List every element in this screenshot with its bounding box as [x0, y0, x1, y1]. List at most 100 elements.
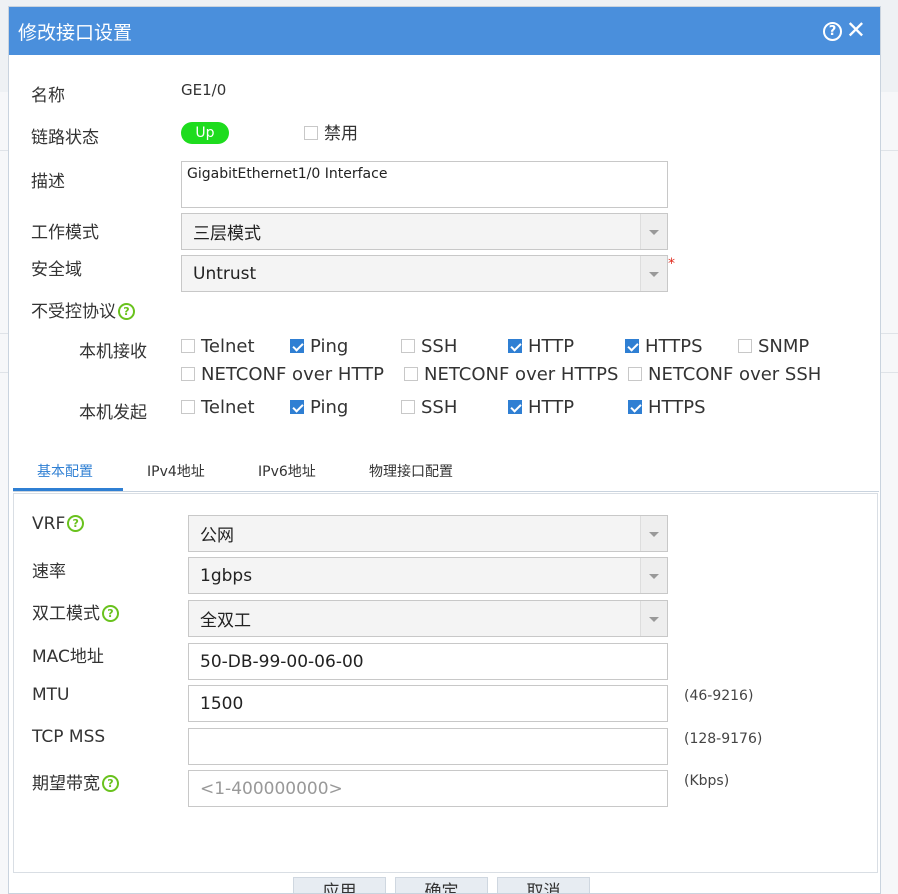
security-zone-select[interactable]: Untrust	[181, 255, 668, 292]
checkbox-label: NETCONF over HTTPS	[424, 364, 619, 385]
edit-interface-dialog: 修改接口设置 ? ✕ 名称 GE1/0 链路状态 Up 禁用 描述 Gigabi…	[8, 6, 881, 894]
duplex-select[interactable]: 全双工	[188, 600, 668, 637]
chevron-down-icon[interactable]	[640, 516, 667, 551]
tab-ipv4-address[interactable]: IPv4地址	[147, 461, 205, 481]
checkbox-box[interactable]	[628, 367, 642, 381]
checkbox-label: HTTP	[528, 336, 575, 357]
mtu-range-hint: (46-9216)	[684, 688, 754, 704]
checkbox-box[interactable]	[508, 339, 522, 353]
checkbox-box[interactable]	[181, 400, 195, 414]
tab-basic-config[interactable]: 基本配置	[37, 461, 93, 481]
checkbox-box[interactable]	[304, 126, 318, 140]
checkbox-label: Ping	[310, 336, 349, 357]
local-receive-label: 本机接收	[79, 342, 147, 362]
help-icon[interactable]: ?	[67, 515, 85, 532]
ok-button[interactable]: 确定	[395, 877, 488, 893]
receive-ping-checkbox[interactable]: Ping	[290, 336, 348, 357]
receive-netconf-ssh-checkbox[interactable]: NETCONF over SSH	[628, 364, 821, 385]
active-tab-indicator	[13, 488, 123, 491]
status-badge: Up	[181, 122, 229, 144]
duplex-value: 全双工	[200, 611, 251, 631]
bandwidth-unit-hint: (Kbps)	[684, 773, 730, 789]
dialog-title: 修改接口设置	[18, 22, 133, 44]
send-ssh-checkbox[interactable]: SSH	[401, 397, 457, 418]
checkbox-label: HTTPS	[648, 397, 706, 418]
question-circle-icon[interactable]: ?	[823, 22, 842, 41]
cancel-button[interactable]: 取消	[497, 877, 590, 893]
mac-address-input[interactable]: 50-DB-99-00-06-00	[188, 643, 668, 680]
vrf-select[interactable]: 公网	[188, 515, 668, 552]
mtu-input[interactable]: 1500	[188, 685, 668, 722]
description-label: 描述	[31, 172, 65, 192]
tab-physical-interface[interactable]: 物理接口配置	[369, 461, 453, 481]
checkbox-box[interactable]	[401, 339, 415, 353]
tcp-mss-input[interactable]	[188, 728, 668, 765]
checkbox-box[interactable]	[290, 400, 304, 414]
checkbox-label: SNMP	[758, 336, 810, 357]
checkbox-label: NETCONF over SSH	[648, 364, 822, 385]
uncontrolled-protocols-label: 不受控协议?	[31, 297, 135, 322]
mtu-label: MTU	[32, 685, 70, 705]
description-textarea[interactable]: GigabitEthernet1/0 Interface	[181, 161, 668, 208]
work-mode-select[interactable]: 三层模式	[181, 213, 668, 250]
tab-ipv6-address[interactable]: IPv6地址	[258, 461, 316, 481]
receive-telnet-checkbox[interactable]: Telnet	[181, 336, 255, 357]
help-icon[interactable]: ?	[102, 605, 119, 622]
chevron-down-icon[interactable]	[640, 558, 667, 593]
bandwidth-input[interactable]: <1-400000000>	[188, 770, 668, 807]
send-http-checkbox[interactable]: HTTP	[508, 397, 574, 418]
chevron-down-icon[interactable]	[640, 256, 667, 291]
receive-https-checkbox[interactable]: HTTPS	[625, 336, 703, 357]
chevron-down-icon[interactable]	[640, 214, 667, 249]
receive-snmp-checkbox[interactable]: SNMP	[738, 336, 809, 357]
help-icon[interactable]: ?	[102, 775, 119, 792]
receive-http-checkbox[interactable]: HTTP	[508, 336, 574, 357]
receive-ssh-checkbox[interactable]: SSH	[401, 336, 457, 357]
rate-value: 1gbps	[200, 565, 253, 586]
receive-netconf-https-checkbox[interactable]: NETCONF over HTTPS	[404, 364, 618, 385]
checkbox-box[interactable]	[508, 400, 522, 414]
checkbox-box[interactable]	[625, 339, 639, 353]
checkbox-label: SSH	[421, 336, 458, 357]
receive-netconf-http-checkbox[interactable]: NETCONF over HTTP	[181, 364, 384, 385]
duplex-label: 双工模式?	[32, 599, 119, 624]
link-status-label: 链路状态	[31, 128, 99, 148]
work-mode-label: 工作模式	[31, 223, 99, 243]
vrf-label-text: VRF	[32, 514, 66, 534]
bandwidth-label: 期望带宽?	[32, 769, 119, 794]
send-ping-checkbox[interactable]: Ping	[290, 397, 348, 418]
send-telnet-checkbox[interactable]: Telnet	[181, 397, 255, 418]
required-asterisk: *	[668, 256, 675, 272]
checkbox-label: Telnet	[201, 336, 255, 357]
mac-label: MAC地址	[32, 647, 104, 667]
checkbox-box[interactable]	[401, 400, 415, 414]
checkbox-box[interactable]	[181, 367, 195, 381]
dialog-titlebar: 修改接口设置 ? ✕	[9, 7, 880, 55]
security-zone-label: 安全域	[31, 260, 82, 280]
apply-button[interactable]: 应用	[293, 877, 386, 893]
checkbox-box[interactable]	[181, 339, 195, 353]
uncontrolled-protocols-text: 不受控协议	[31, 302, 116, 322]
checkbox-box[interactable]	[404, 367, 418, 381]
checkbox-label: HTTPS	[645, 336, 703, 357]
vrf-value: 公网	[200, 526, 234, 546]
tcp-mss-range-hint: (128-9176)	[684, 731, 763, 747]
chevron-down-icon[interactable]	[640, 601, 667, 636]
bandwidth-label-text: 期望带宽	[32, 774, 100, 794]
work-mode-value: 三层模式	[193, 224, 261, 244]
checkbox-box[interactable]	[738, 339, 752, 353]
checkbox-box[interactable]	[290, 339, 304, 353]
send-https-checkbox[interactable]: HTTPS	[628, 397, 706, 418]
checkbox-label: Telnet	[201, 397, 255, 418]
rate-label: 速率	[32, 562, 66, 582]
help-icon[interactable]: ?	[118, 303, 135, 320]
rate-select[interactable]: 1gbps	[188, 557, 668, 594]
disable-checkbox[interactable]: 禁用	[304, 119, 358, 144]
vrf-label: VRF?	[32, 514, 85, 534]
checkbox-label: Ping	[310, 397, 349, 418]
close-icon[interactable]: ✕	[846, 18, 866, 42]
duplex-label-text: 双工模式	[32, 604, 100, 624]
security-zone-value: Untrust	[193, 263, 257, 284]
checkbox-box[interactable]	[628, 400, 642, 414]
name-label: 名称	[31, 86, 65, 106]
